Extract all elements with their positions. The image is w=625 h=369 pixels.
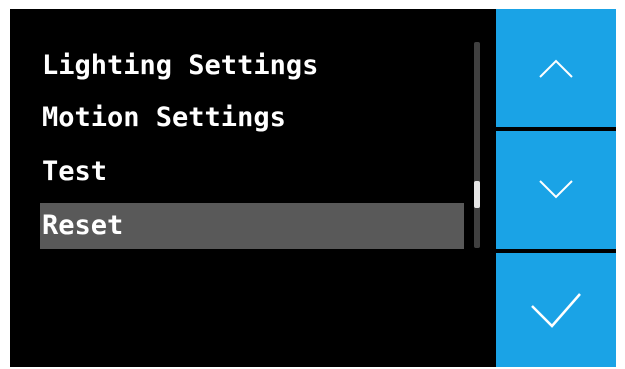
chevron-up-icon [539,59,573,78]
menu-item-motion-settings[interactable]: Motion Settings [40,95,464,141]
confirm-button[interactable] [496,253,616,367]
chevron-down-icon [539,180,573,199]
menu-item-test[interactable]: Test [40,149,464,195]
menu-scrollbar-thumb[interactable] [474,181,480,208]
scroll-up-button[interactable] [496,9,616,127]
navigation-buttons [496,9,616,367]
check-icon [531,293,581,328]
scroll-down-button[interactable] [496,131,616,249]
settings-menu: Lighting Settings Motion Settings Test R… [10,9,496,367]
menu-item-reset[interactable]: Reset [40,203,464,249]
menu-item-lighting-settings[interactable]: Lighting Settings [40,43,464,89]
menu-scrollbar[interactable] [474,42,480,248]
device-screen: Lighting Settings Motion Settings Test R… [10,9,616,367]
